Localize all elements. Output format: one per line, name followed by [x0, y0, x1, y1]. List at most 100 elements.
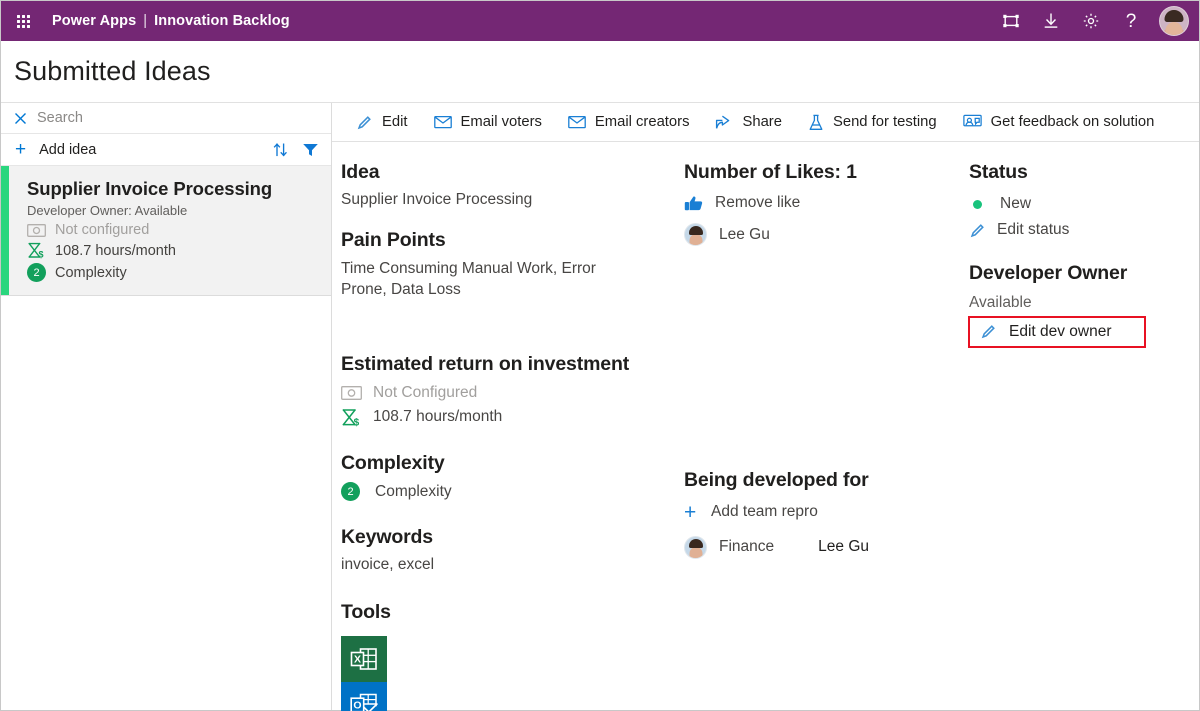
body: Search + Add idea Supplier Invoice Proce…: [1, 103, 1199, 711]
pain-points-value: Time Consuming Manual Work, Error Prone,…: [341, 259, 596, 298]
svg-text:X: X: [354, 653, 361, 665]
edit-dev-owner-button[interactable]: Edit dev owner: [968, 315, 1146, 348]
dev-owner-heading: Developer Owner: [969, 262, 1128, 285]
email-creators-button[interactable]: Email creators: [555, 103, 703, 141]
send-for-testing-button[interactable]: Send for testing: [795, 103, 950, 141]
idea-card-title: Supplier Invoice Processing: [27, 178, 273, 199]
roi-money-value: Not Configured: [373, 383, 478, 401]
complexity-badge: 2: [341, 482, 360, 502]
complexity-heading: Complexity: [341, 451, 445, 474]
likes-heading: Number of Likes: 1: [684, 161, 857, 183]
share-button-label: Share: [742, 114, 782, 130]
add-team-repro-button[interactable]: + Add team repro: [684, 502, 969, 523]
plus-icon: +: [684, 500, 697, 524]
brand: Power Apps | Innovation Backlog: [52, 13, 290, 29]
filter-icon[interactable]: [302, 142, 319, 157]
money-icon: [27, 223, 46, 237]
email-voters-button[interactable]: Email voters: [421, 103, 555, 141]
share-icon: [715, 114, 733, 130]
remove-like-label: Remove like: [715, 194, 801, 212]
brand-product[interactable]: Power Apps: [52, 13, 136, 29]
add-idea-button[interactable]: Add idea: [39, 142, 96, 158]
status-value: New: [1000, 195, 1032, 213]
edit-status-label: Edit status: [997, 221, 1070, 239]
feedback-icon: [962, 114, 982, 130]
detail-column-left: Idea Supplier Invoice Processing Pain Po…: [332, 160, 684, 711]
keywords-value: invoice, excel: [341, 556, 435, 574]
tools-list: X O: [341, 635, 684, 711]
share-button[interactable]: Share: [702, 103, 795, 141]
app-launcher-icon[interactable]: [9, 7, 37, 35]
idea-card-roi-money: Not configured: [27, 222, 319, 238]
idea-card-subtitle: Developer Owner: Available: [27, 203, 188, 219]
svg-text:$: $: [39, 250, 44, 259]
status-heading: Status: [969, 161, 1028, 183]
detail-content: Idea Supplier Invoice Processing Pain Po…: [332, 142, 1199, 711]
complexity-badge: 2: [27, 263, 46, 283]
topbar-actions: ?: [993, 3, 1189, 39]
thumbs-up-icon: [684, 195, 704, 212]
get-feedback-label: Get feedback on solution: [990, 114, 1155, 130]
idea-value: Supplier Invoice Processing: [341, 191, 533, 209]
get-feedback-button[interactable]: Get feedback on solution: [950, 103, 1168, 141]
developed-for-heading: Being developed for: [684, 469, 869, 492]
brand-separator: |: [143, 13, 148, 29]
top-navigation-bar: Power Apps | Innovation Backlog ?: [1, 1, 1199, 41]
mail-icon: [568, 115, 586, 129]
close-icon[interactable]: [14, 112, 27, 125]
command-bar: Edit Email voters Email creators Share S…: [332, 103, 1199, 142]
add-idea-row: + Add idea: [1, 134, 331, 166]
search-row[interactable]: Search: [1, 103, 331, 134]
dev-owner-value: Available: [969, 293, 1032, 311]
avatar: [684, 535, 707, 559]
idea-card-roi-money-label: Not configured: [55, 222, 150, 239]
svg-text:O: O: [353, 699, 361, 711]
voter-row: Lee Gu: [684, 223, 969, 247]
flask-icon: [808, 114, 824, 131]
brand-app-name[interactable]: Innovation Backlog: [154, 13, 290, 29]
sort-icon[interactable]: [273, 142, 288, 158]
help-glyph: ?: [1125, 10, 1137, 32]
add-team-repro-label: Add team repro: [711, 503, 818, 521]
status-dot-icon: [973, 199, 982, 209]
send-for-testing-label: Send for testing: [832, 114, 937, 130]
keywords-heading: Keywords: [341, 526, 433, 549]
complexity-row: 2 Complexity: [341, 482, 684, 502]
avatar[interactable]: [1159, 6, 1189, 36]
excel-icon[interactable]: X: [341, 635, 387, 682]
list-item[interactable]: Supplier Invoice Processing Developer Ow…: [1, 166, 331, 297]
outlook-icon[interactable]: O: [341, 681, 387, 711]
edit-dev-owner-label: Edit dev owner: [1009, 322, 1112, 340]
page-title-bar: Submitted Ideas: [1, 41, 1199, 103]
hourglass-dollar-icon: $: [27, 242, 46, 259]
voter-name: Lee Gu: [719, 225, 770, 243]
plus-icon[interactable]: +: [15, 140, 26, 159]
status-badge: New: [969, 195, 1199, 213]
remove-like-button[interactable]: Remove like: [684, 194, 969, 212]
roi-hours-value: 108.7 hours/month: [373, 408, 503, 426]
edit-button[interactable]: Edit: [343, 103, 421, 141]
svg-text:$: $: [354, 417, 360, 426]
fit-to-screen-icon[interactable]: [993, 3, 1029, 39]
help-icon[interactable]: ?: [1113, 3, 1149, 39]
roi-money-row: Not Configured: [341, 384, 684, 402]
team-person: Lee Gu: [818, 538, 870, 556]
detail-column-middle: Number of Likes: 1 Remove like Lee Gu Be…: [684, 160, 969, 710]
page-title: Submitted Ideas: [14, 56, 211, 86]
pencil-icon: [356, 114, 373, 131]
idea-card-complexity-label: Complexity: [55, 264, 127, 281]
download-icon[interactable]: [1033, 3, 1069, 39]
pencil-icon: [969, 222, 986, 239]
edit-status-button[interactable]: Edit status: [969, 221, 1199, 239]
idea-list: Supplier Invoice Processing Developer Ow…: [1, 166, 331, 710]
search-input[interactable]: Search: [37, 110, 83, 126]
roi-heading: Estimated return on investment: [341, 353, 630, 376]
money-icon: [341, 385, 362, 400]
detail-column-right: Status New Edit status Developer Owner A…: [968, 160, 1199, 710]
tools-heading: Tools: [341, 601, 391, 624]
gear-icon[interactable]: [1073, 3, 1109, 39]
detail-pane: Edit Email voters Email creators Share S…: [332, 103, 1199, 711]
pencil-icon: [980, 323, 997, 340]
ideas-sidebar: Search + Add idea Supplier Invoice Proce…: [1, 103, 332, 710]
email-creators-label: Email creators: [594, 114, 690, 130]
